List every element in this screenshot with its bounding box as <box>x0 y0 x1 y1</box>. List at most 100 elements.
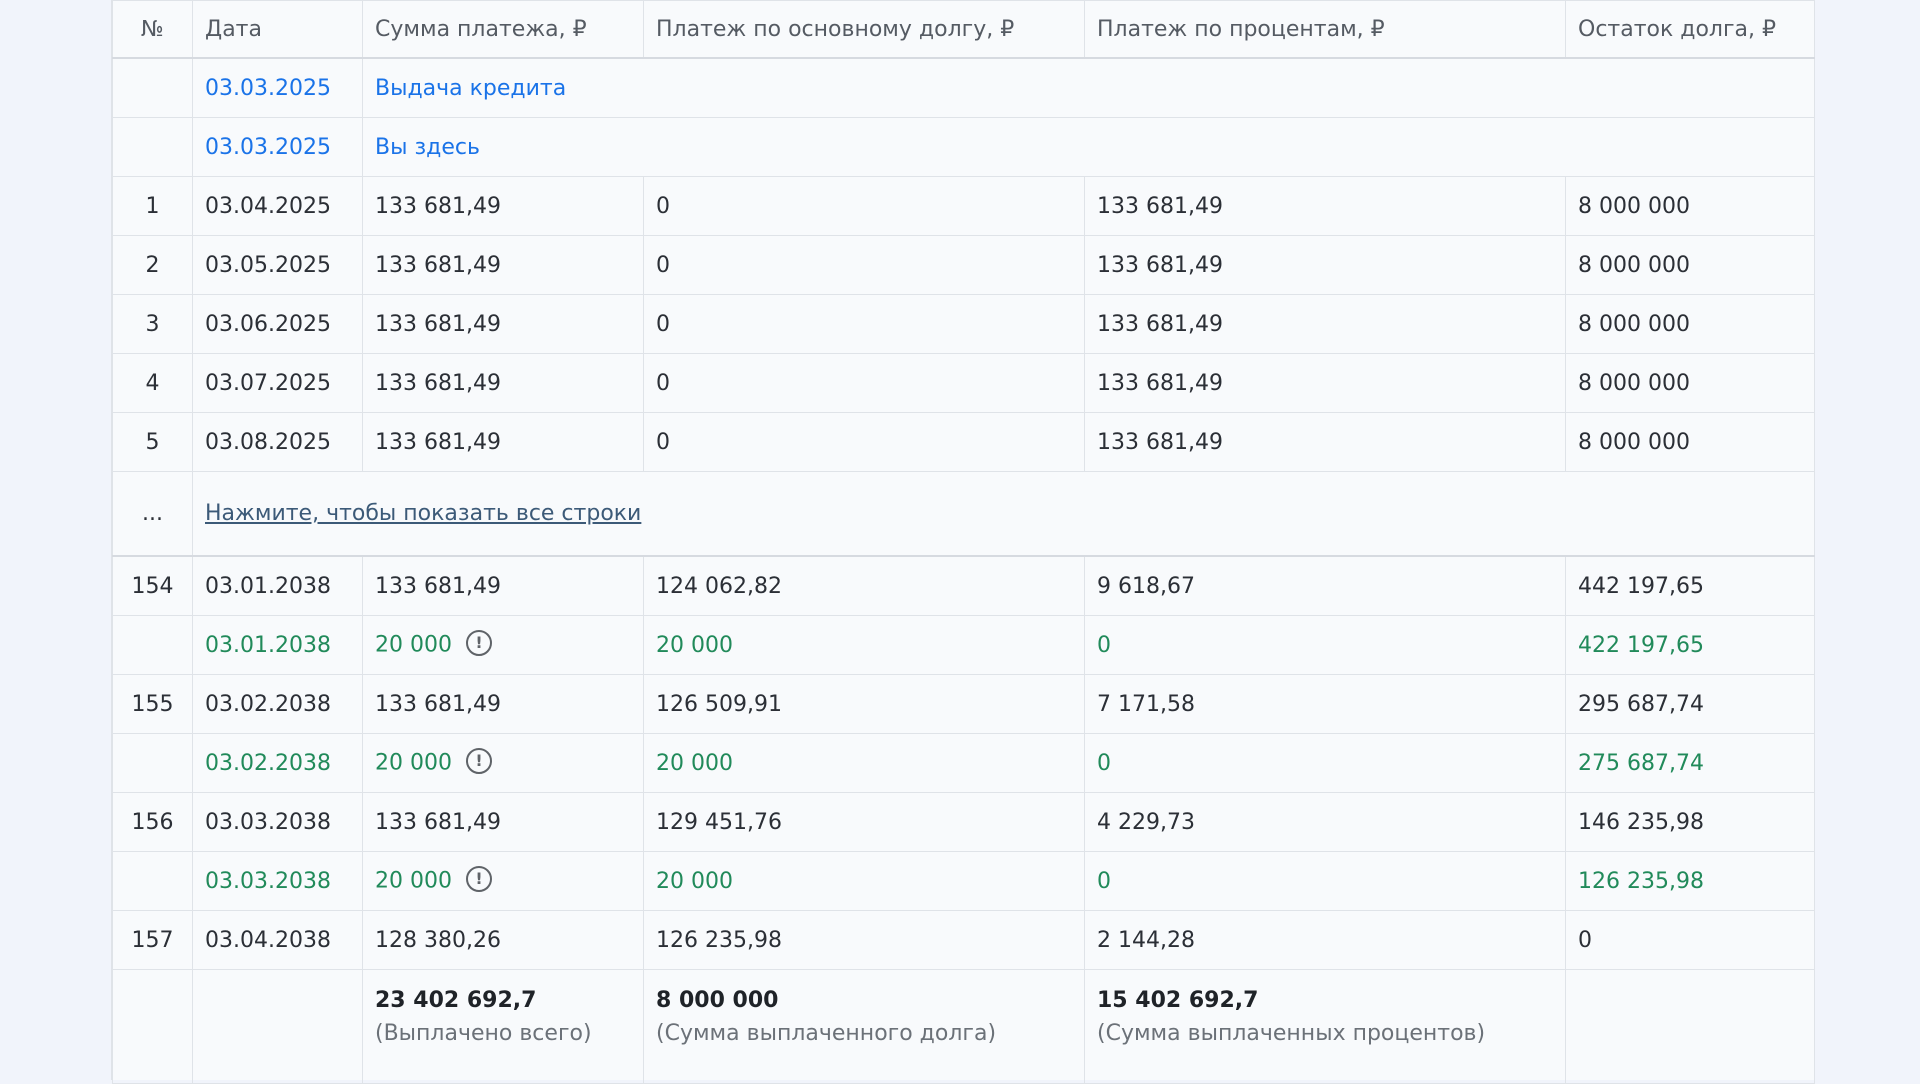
row-date: 03.08.2025 <box>192 412 363 472</box>
total-interest-caption: (Сумма выплаченных процентов) <box>1097 1021 1486 1046</box>
row-interest: 133 681,49 <box>1084 235 1566 295</box>
row-date: 03.07.2025 <box>192 353 363 413</box>
header-number: № <box>112 0 193 59</box>
header-payment-sum: Сумма платежа, ₽ <box>362 0 644 59</box>
row-date: 03.03.2025 <box>192 57 363 118</box>
row-number: 157 <box>112 910 193 970</box>
table-row: 154 03.01.2038 133 681,49 124 062,82 9 6… <box>112 555 1815 616</box>
row-principal: 126 235,98 <box>643 910 1085 970</box>
extra-payment-amount: 20 000 <box>375 750 452 776</box>
table-row: 3 03.06.2025 133 681,49 0 133 681,49 8 0… <box>112 294 1815 354</box>
row-payment-sum: 20 000! <box>362 615 644 675</box>
exclamation-circle-icon[interactable]: ! <box>465 866 492 892</box>
row-payment-sum: 133 681,49 <box>362 674 644 734</box>
table-row: 155 03.02.2038 133 681,49 126 509,91 7 1… <box>112 674 1815 734</box>
show-all-rows-link[interactable]: Нажмите, чтобы показать все строки <box>205 501 641 526</box>
ellipsis-marker: ... <box>112 471 193 557</box>
row-date: 03.03.2038 <box>192 851 363 911</box>
row-date: 03.06.2025 <box>192 294 363 354</box>
total-balance-cell <box>1565 969 1815 1084</box>
table-row: 156 03.03.2038 133 681,49 129 451,76 4 2… <box>112 792 1815 852</box>
extra-payment-amount: 20 000 <box>375 868 452 894</box>
header-principal-payment: Платеж по основному долгу, ₽ <box>643 0 1085 59</box>
table-header-row: № Дата Сумма платежа, ₽ Платеж по основн… <box>112 0 1815 59</box>
table-row: 4 03.07.2025 133 681,49 0 133 681,49 8 0… <box>112 353 1815 413</box>
row-interest: 9 618,67 <box>1084 555 1566 616</box>
header-interest-payment: Платеж по процентам, ₽ <box>1084 0 1566 59</box>
row-principal: 129 451,76 <box>643 792 1085 852</box>
total-interest-value: 15 402 692,7 <box>1097 988 1259 1013</box>
row-balance: 0 <box>1565 910 1815 970</box>
row-payment-sum: 133 681,49 <box>362 412 644 472</box>
row-interest: 0 <box>1084 615 1566 675</box>
row-date: 03.01.2038 <box>192 615 363 675</box>
row-payment-sum: 20 000! <box>362 851 644 911</box>
payment-schedule: № Дата Сумма платежа, ₽ Платеж по основн… <box>111 0 1815 1084</box>
row-principal: 20 000 <box>643 733 1085 793</box>
expand-rows-row[interactable]: ... Нажмите, чтобы показать все строки <box>112 471 1815 557</box>
extra-payment-row: 03.02.2038 20 000! 20 000 0 275 687,74 <box>112 733 1815 793</box>
row-balance: 8 000 000 <box>1565 412 1815 472</box>
extra-payment-row: 03.03.2038 20 000! 20 000 0 126 235,98 <box>112 851 1815 911</box>
exclamation-circle-icon[interactable]: ! <box>465 748 492 774</box>
row-interest: 7 171,58 <box>1084 674 1566 734</box>
table-row: 1 03.04.2025 133 681,49 0 133 681,49 8 0… <box>112 176 1815 236</box>
row-interest: 133 681,49 <box>1084 412 1566 472</box>
row-balance: 422 197,65 <box>1565 615 1815 675</box>
row-balance: 275 687,74 <box>1565 733 1815 793</box>
row-balance: 146 235,98 <box>1565 792 1815 852</box>
row-principal: 20 000 <box>643 851 1085 911</box>
row-principal: 0 <box>643 353 1085 413</box>
row-number: 1 <box>112 176 193 236</box>
total-paid-caption: (Выплачено всего) <box>375 1021 592 1046</box>
row-principal: 0 <box>643 294 1085 354</box>
event-label: Вы здесь <box>362 117 1815 177</box>
row-interest: 4 229,73 <box>1084 792 1566 852</box>
row-interest: 133 681,49 <box>1084 176 1566 236</box>
event-label: Выдача кредита <box>362 57 1815 118</box>
row-date: 03.04.2025 <box>192 176 363 236</box>
row-number <box>112 733 193 793</box>
row-number: 4 <box>112 353 193 413</box>
header-date: Дата <box>192 0 363 59</box>
extra-payment-amount: 20 000 <box>375 632 452 658</box>
row-balance: 8 000 000 <box>1565 235 1815 295</box>
row-payment-sum: 133 681,49 <box>362 555 644 616</box>
row-number: 5 <box>112 412 193 472</box>
row-number <box>112 851 193 911</box>
row-payment-sum: 133 681,49 <box>362 792 644 852</box>
exclamation-circle-icon[interactable]: ! <box>465 630 492 656</box>
row-principal: 124 062,82 <box>643 555 1085 616</box>
row-payment-sum: 133 681,49 <box>362 235 644 295</box>
row-date <box>192 969 363 1084</box>
row-date: 03.02.2038 <box>192 674 363 734</box>
row-number <box>112 117 193 177</box>
row-interest: 0 <box>1084 733 1566 793</box>
row-interest: 2 144,28 <box>1084 910 1566 970</box>
row-principal: 126 509,91 <box>643 674 1085 734</box>
row-balance: 442 197,65 <box>1565 555 1815 616</box>
event-row-you-are-here: 03.03.2025 Вы здесь <box>112 117 1815 177</box>
row-number: 155 <box>112 674 193 734</box>
row-number: 154 <box>112 555 193 616</box>
total-principal-caption: (Сумма выплаченного долга) <box>656 1021 997 1046</box>
row-date: 03.05.2025 <box>192 235 363 295</box>
header-remaining-debt: Остаток долга, ₽ <box>1565 0 1815 59</box>
row-date: 03.02.2038 <box>192 733 363 793</box>
row-number: 2 <box>112 235 193 295</box>
row-balance: 295 687,74 <box>1565 674 1815 734</box>
row-number <box>112 615 193 675</box>
total-principal-value: 8 000 000 <box>656 988 779 1013</box>
row-payment-sum: 133 681,49 <box>362 176 644 236</box>
row-balance: 126 235,98 <box>1565 851 1815 911</box>
total-paid-cell: 23 402 692,7 (Выплачено всего) <box>362 969 644 1084</box>
table-row: 2 03.05.2025 133 681,49 0 133 681,49 8 0… <box>112 235 1815 295</box>
row-principal: 20 000 <box>643 615 1085 675</box>
row-interest: 133 681,49 <box>1084 353 1566 413</box>
row-payment-sum: 128 380,26 <box>362 910 644 970</box>
row-balance: 8 000 000 <box>1565 176 1815 236</box>
total-interest-cell: 15 402 692,7 (Сумма выплаченных проценто… <box>1084 969 1566 1084</box>
row-payment-sum: 133 681,49 <box>362 294 644 354</box>
table-row: 5 03.08.2025 133 681,49 0 133 681,49 8 0… <box>112 412 1815 472</box>
event-row-loan-issue: 03.03.2025 Выдача кредита <box>112 57 1815 118</box>
